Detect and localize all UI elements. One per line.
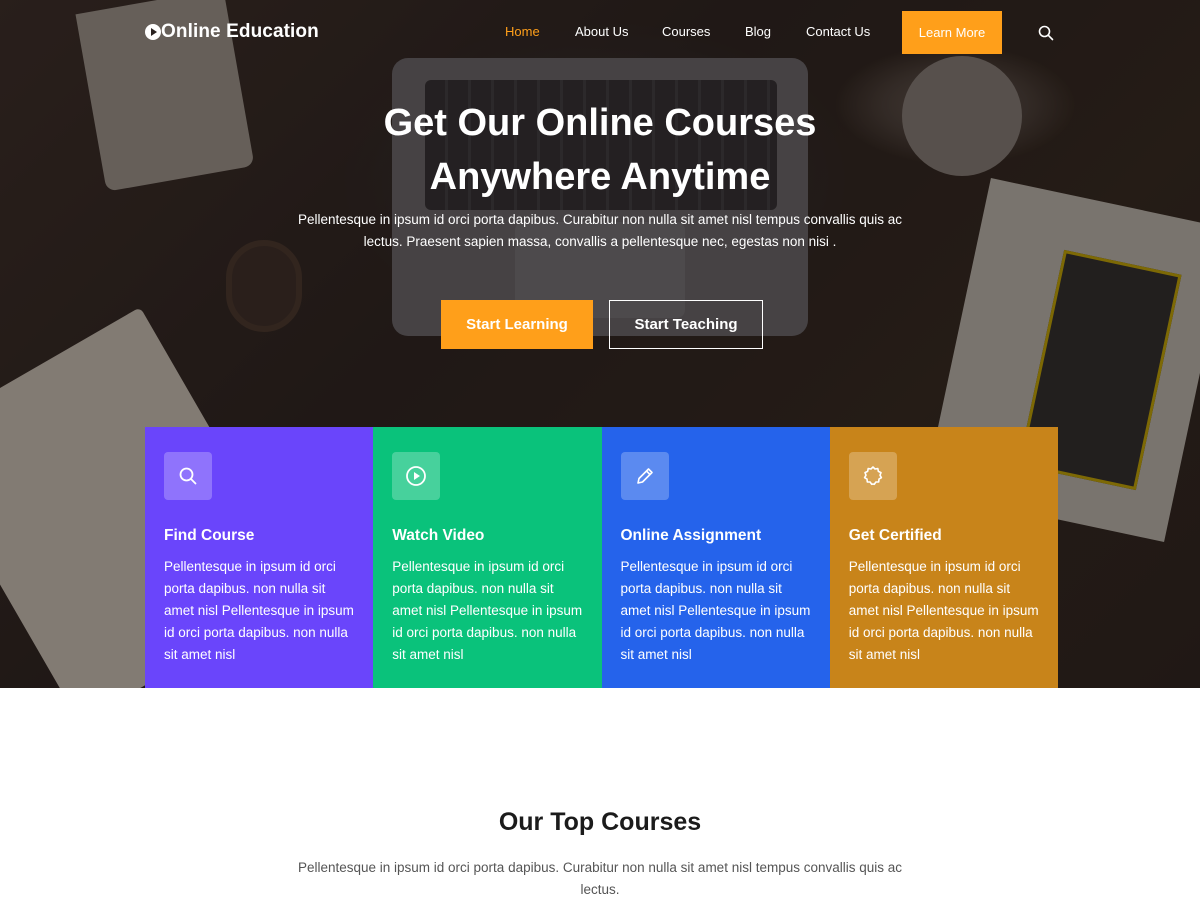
background-photo-saucer [902, 56, 1022, 176]
nav-blog[interactable]: Blog [745, 24, 771, 39]
nav-home[interactable]: Home [505, 24, 540, 39]
feature-text: Pellentesque in ipsum id orci porta dapi… [392, 559, 583, 662]
nav-about-us[interactable]: About Us [575, 24, 628, 39]
feature-card-watch-video[interactable]: Watch Video Pellentesque in ipsum id orc… [373, 427, 602, 688]
navbar: Online Education Home About Us Courses B… [0, 0, 1200, 66]
feature-title: Find Course [164, 527, 255, 544]
background-photo-cup [226, 240, 302, 332]
feature-title: Get Certified [848, 527, 942, 544]
start-teaching-button[interactable]: Start Teaching [609, 300, 763, 349]
play-icon [406, 466, 427, 486]
pencil-icon [636, 468, 653, 484]
feature-text: Pellentesque in ipsum id orci porta dapi… [848, 559, 1039, 662]
feature-icon-box [392, 452, 441, 500]
start-learning-button[interactable]: Start Learning [441, 300, 593, 349]
search-icon [179, 467, 197, 485]
feature-cards: Find Course Pellentesque in ipsum id orc… [145, 427, 1058, 688]
hero-description: Pellentesque in ipsum id orci porta dapi… [297, 212, 903, 249]
top-courses-heading: Our Top Courses [498, 808, 702, 836]
feature-card-get-certified[interactable]: Get Certified Pellentesque in ipsum id o… [829, 427, 1058, 688]
feature-text: Pellentesque in ipsum id orci porta dapi… [620, 559, 811, 662]
feature-title: Online Assignment [620, 527, 762, 544]
logo-text: Online Education [161, 21, 319, 42]
play-logo-icon [145, 24, 161, 40]
nav-courses[interactable]: Courses [662, 24, 710, 39]
feature-card-find-course[interactable]: Find Course Pellentesque in ipsum id orc… [145, 427, 374, 688]
badge-icon [863, 466, 882, 486]
logo[interactable]: Online Education [145, 20, 319, 44]
feature-icon-box [848, 452, 897, 500]
hero-title: Get Our Online Courses Anywhere Anytime [383, 102, 817, 198]
top-courses-description: Pellentesque in ipsum id orci porta dapi… [297, 860, 903, 897]
feature-text: Pellentesque in ipsum id orci porta dapi… [164, 559, 354, 662]
feature-icon-box [164, 452, 212, 500]
feature-title: Watch Video [392, 527, 485, 544]
learn-more-button[interactable]: Learn More [902, 11, 1002, 54]
feature-icon-box [620, 452, 669, 500]
feature-card-online-assignment[interactable]: Online Assignment Pellentesque in ipsum … [601, 427, 830, 688]
nav-contact-us[interactable]: Contact Us [806, 24, 870, 39]
search-icon[interactable] [1038, 25, 1054, 41]
